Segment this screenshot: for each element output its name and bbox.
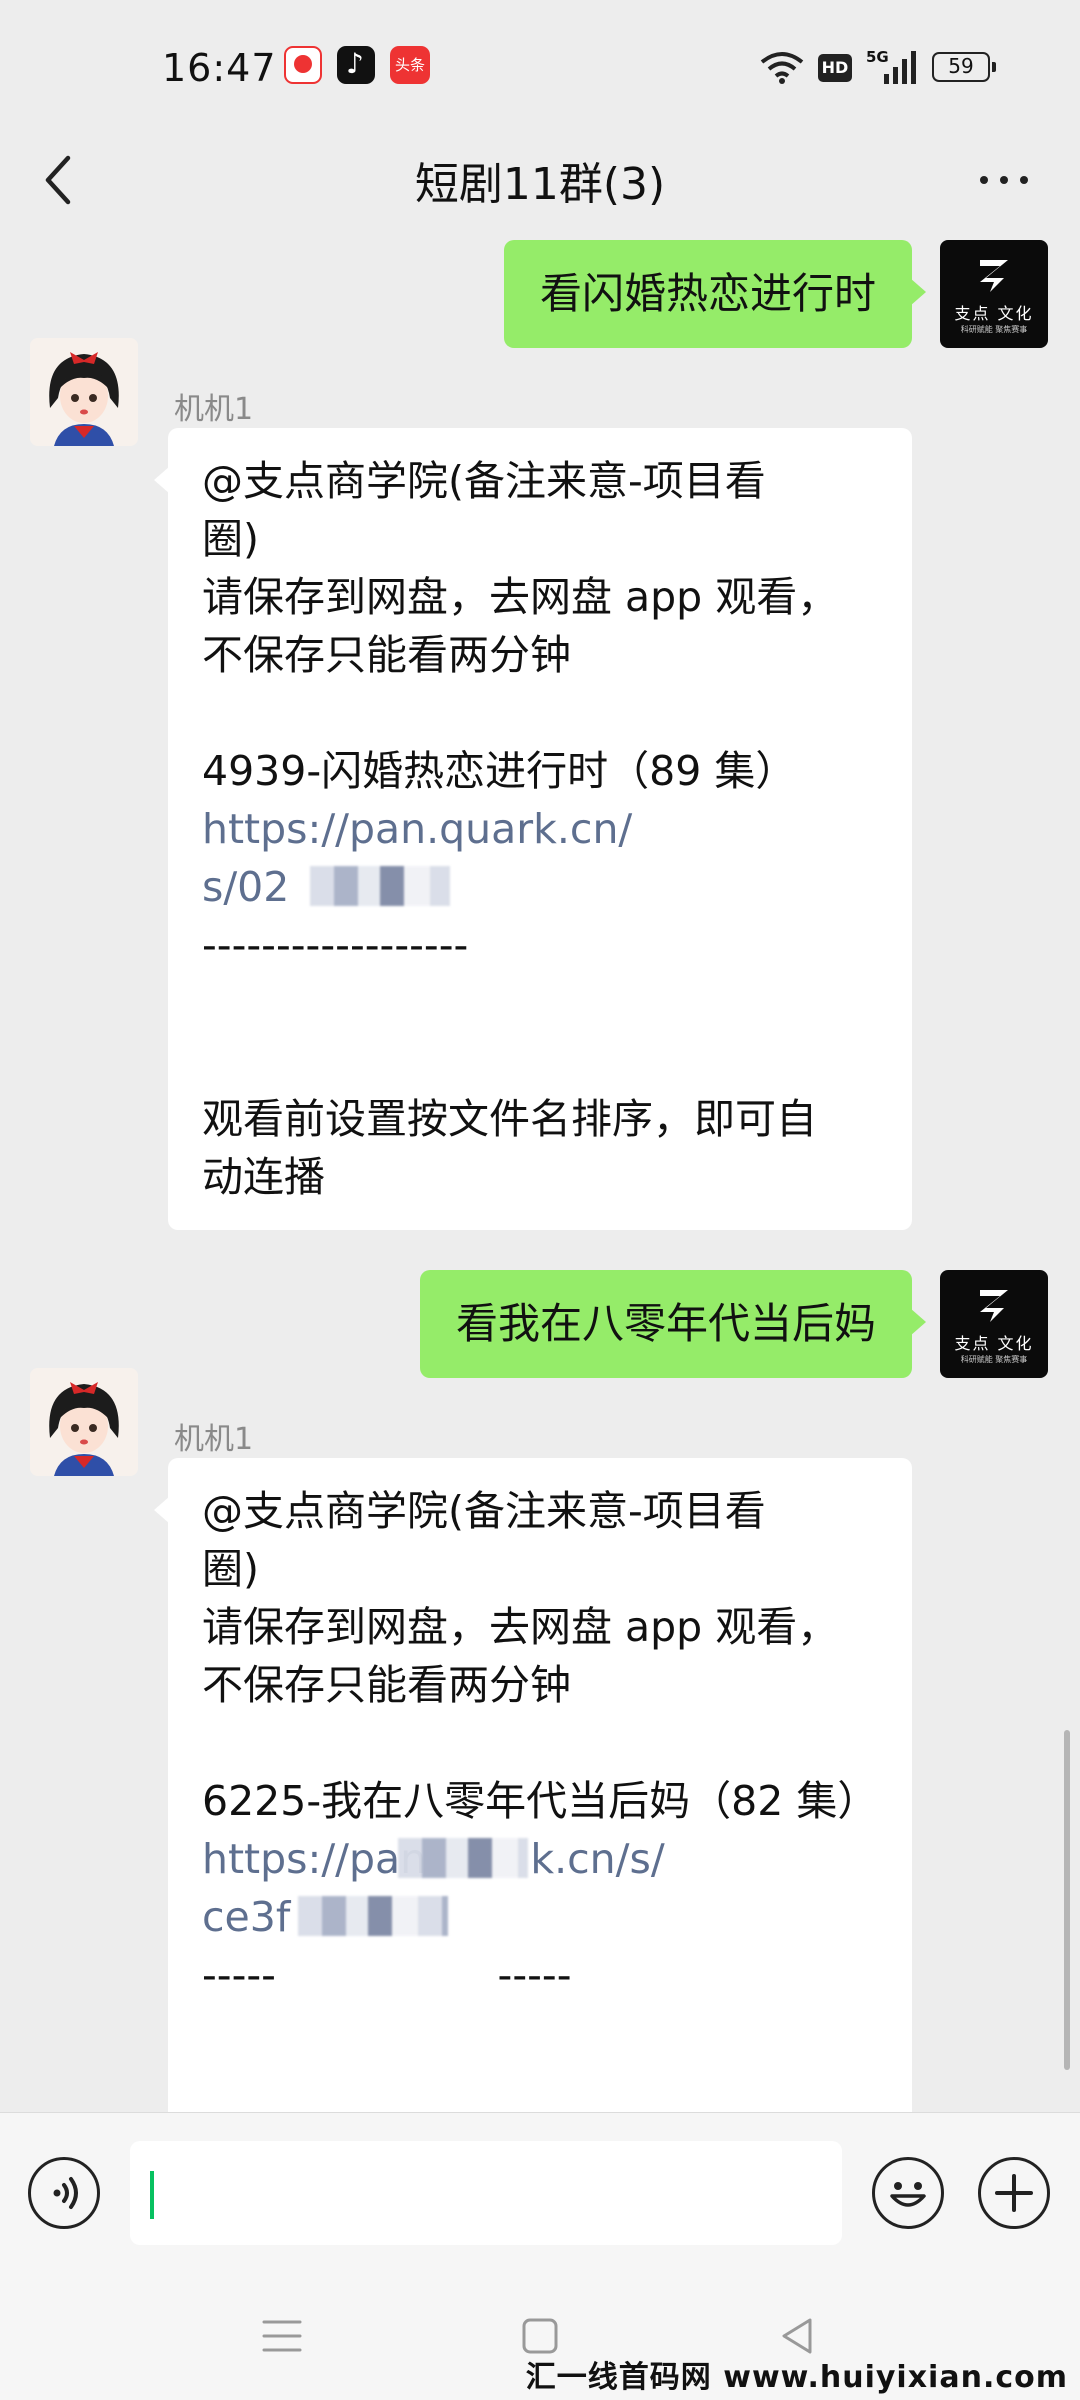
sender-avatar[interactable] — [30, 1368, 138, 1476]
message-line: 圈) — [202, 515, 259, 563]
outgoing-message[interactable]: 看闪婚热恋进行时 — [503, 240, 927, 348]
menu-icon[interactable] — [262, 2316, 302, 2356]
avatar-brand-tagline: 科研赋能 聚焦赛事 — [960, 1355, 1028, 1364]
chat-header: 短剧11群(3) — [0, 130, 1080, 240]
message-line: 不保存只能看两分钟 — [202, 631, 571, 679]
message-line — [202, 1714, 878, 1772]
share-link-line[interactable]: https://pan.quark.cn/ — [202, 800, 878, 858]
share-link[interactable]: https://pan.quark.cn/ — [202, 800, 632, 858]
message-line: 动连播 — [202, 1153, 325, 1201]
toutiao-app-icon: 头条 — [390, 46, 430, 84]
voice-input-button[interactable] — [28, 2157, 100, 2229]
chat-title: 短剧11群(3) — [414, 159, 666, 210]
wifi-icon — [760, 52, 804, 84]
avatar-brand-name: 支点 文化 — [954, 1334, 1034, 1353]
incoming-message[interactable]: @支点商学院(备注来意-项目看 圈) 请保存到网盘，去网盘 app 观看， 不保… — [154, 1458, 912, 2112]
cartoon-girl-avatar-icon — [30, 1368, 138, 1476]
logo-icon — [980, 260, 1008, 292]
logo-icon — [980, 1290, 1008, 1322]
message-line — [202, 974, 878, 1032]
tiktok-app-icon — [337, 46, 375, 84]
emoji-button[interactable] — [872, 2157, 944, 2229]
self-avatar[interactable]: 支点 文化 科研赋能 聚焦赛事 — [940, 1270, 1048, 1378]
sender-avatar[interactable] — [30, 338, 138, 446]
redacted-text — [298, 1896, 448, 1936]
message-list[interactable]: 看闪婚热恋进行时 支点 文化 科研赋能 聚焦赛事 机机1 @支点商学院(备注来意… — [0, 240, 1080, 2112]
hd-badge: HD — [818, 54, 852, 82]
share-link[interactable]: ce3f — [202, 1888, 290, 1946]
plus-icon — [995, 2174, 1033, 2212]
redacted-text — [310, 866, 450, 906]
more-functions-button[interactable] — [978, 2157, 1050, 2229]
share-link[interactable]: s/02 — [202, 858, 289, 916]
message-line — [202, 1032, 878, 1090]
status-time: 16:47 — [162, 46, 277, 90]
share-link-line[interactable]: https://pan k.cn/s/ — [202, 1830, 878, 1888]
scrollbar[interactable] — [1064, 1730, 1070, 2070]
message-line: 6225-我在八零年代当后妈（82 集） — [202, 1777, 879, 1825]
redacted-text — [398, 1838, 528, 1878]
text-caret — [150, 2171, 154, 2219]
message-line: 圈) — [202, 1545, 259, 1593]
status-bar: 16:47 头条 HD 5G 59 — [0, 0, 1080, 130]
avatar-brand-name: 支点 文化 — [954, 304, 1034, 323]
more-options-icon[interactable] — [976, 154, 1032, 206]
input-bar — [0, 2112, 1080, 2273]
avatar-brand-tagline: 科研赋能 聚焦赛事 — [960, 325, 1028, 334]
share-link-line[interactable]: s/02 — [202, 858, 878, 916]
back-triangle-icon[interactable] — [778, 2316, 818, 2356]
message-line: 不保存只能看两分钟 — [202, 1661, 571, 1709]
message-line: ------------------ — [202, 921, 469, 969]
battery-icon: 59 — [932, 52, 996, 82]
red-video-app-icon — [284, 46, 322, 84]
message-line: @支点商学院(备注来意-项目看 — [202, 1487, 766, 1535]
outgoing-message[interactable]: 看我在八零年代当后妈 — [419, 1270, 927, 1378]
message-line: ----- ----- — [202, 1951, 572, 1999]
message-line: 请保存到网盘，去网盘 app 观看， — [202, 1603, 839, 1651]
message-line: 请保存到网盘，去网盘 app 观看， — [202, 573, 839, 621]
message-line: 观看前设置按文件名排序，即可自 — [202, 1095, 817, 1143]
watermark: 汇一线首码网 www.huiyixian.com — [525, 2360, 1068, 2395]
cartoon-girl-avatar-icon — [30, 338, 138, 446]
signal-bars-icon — [884, 51, 916, 84]
message-input[interactable] — [130, 2141, 842, 2245]
self-avatar[interactable]: 支点 文化 科研赋能 聚焦赛事 — [940, 240, 1048, 348]
system-navigation-bar: 汇一线首码网 www.huiyixian.com — [0, 2272, 1080, 2400]
incoming-message[interactable]: @支点商学院(备注来意-项目看 圈) 请保存到网盘，去网盘 app 观看， 不保… — [154, 428, 912, 1230]
message-line: 4939-闪婚热恋进行时（89 集） — [202, 747, 797, 795]
share-link-line[interactable]: ce3f — [202, 1888, 878, 1946]
sender-name: 机机1 — [174, 392, 254, 427]
message-line: @支点商学院(备注来意-项目看 — [202, 457, 766, 505]
smiley-icon — [890, 2182, 926, 2207]
message-line — [202, 684, 878, 742]
home-icon[interactable] — [520, 2316, 560, 2356]
voice-icon — [53, 2177, 78, 2209]
sender-name: 机机1 — [174, 1422, 254, 1457]
